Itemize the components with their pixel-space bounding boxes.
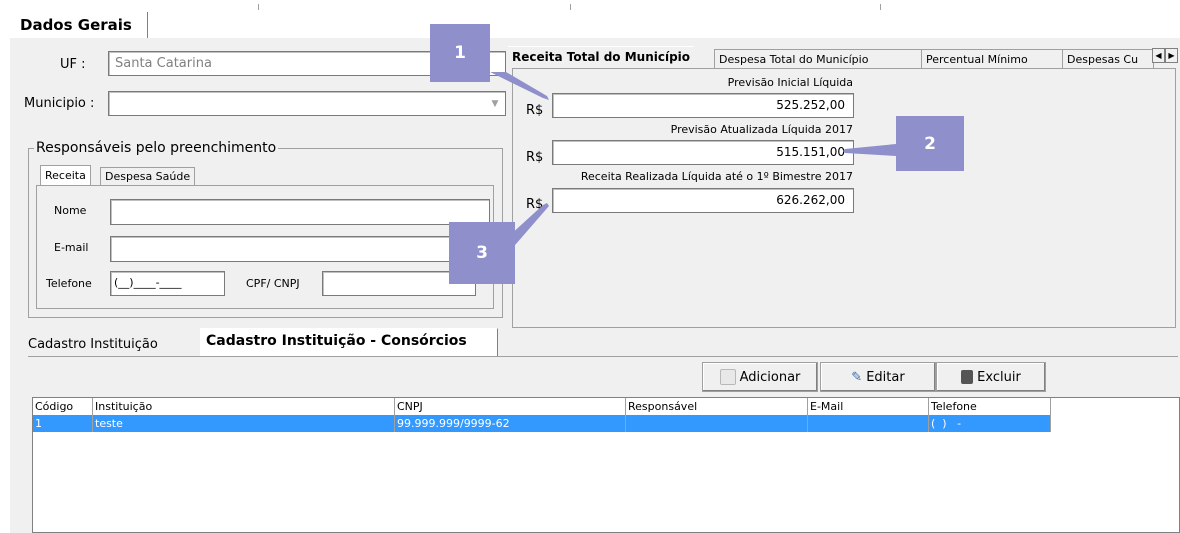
- institution-grid[interactable]: Código Instituição CNPJ Responsável E-Ma…: [32, 397, 1180, 533]
- tab-dados-gerais-label: Dados Gerais: [20, 16, 132, 34]
- table-row[interactable]: 1 teste 99.999.999/9999-62 ( ) -: [33, 415, 1051, 432]
- municipio-select[interactable]: ▼: [108, 91, 506, 116]
- edit-icon: ✎: [851, 369, 863, 385]
- chevron-down-icon: ▼: [491, 98, 499, 109]
- tab-despesa-total[interactable]: Despesa Total do Município: [714, 49, 922, 68]
- currency-label: R$: [526, 197, 544, 212]
- top-separator: [258, 4, 259, 10]
- col-header-codigo[interactable]: Código: [33, 398, 93, 415]
- bottom-tab-line: [28, 356, 1178, 357]
- callout-3: 3: [449, 222, 515, 284]
- tab-cadastro-consorcios-label: Cadastro Instituição - Consórcios: [206, 333, 467, 349]
- email-input[interactable]: [110, 236, 450, 262]
- nome-label: Nome: [54, 204, 87, 217]
- delete-button-label: Excluir: [977, 369, 1021, 385]
- telefone-label: Telefone: [46, 277, 92, 290]
- cell-instituicao: teste: [93, 415, 395, 432]
- receita-realizada-input[interactable]: 626.262,00: [552, 188, 854, 213]
- add-button-label: Adicionar: [739, 369, 801, 385]
- col-header-instituicao[interactable]: Instituição: [93, 398, 395, 415]
- tab-receita-total-label: Receita Total do Município: [512, 50, 691, 64]
- tab-scroll-right[interactable]: ▶: [1165, 48, 1178, 63]
- municipio-label: Municipio :: [24, 96, 95, 111]
- tab-cadastro-instituicao[interactable]: Cadastro Instituição: [28, 334, 158, 356]
- previsao-inicial-input[interactable]: 525.252,00: [552, 93, 854, 118]
- cell-email: [808, 415, 929, 432]
- delete-button[interactable]: Excluir: [936, 362, 1046, 392]
- col-header-telefone[interactable]: Telefone: [929, 398, 1051, 415]
- cpf-label: CPF/ CNPJ: [246, 277, 300, 290]
- top-separator: [880, 4, 881, 10]
- col-header-email[interactable]: E-Mail: [808, 398, 929, 415]
- tab-cadastro-instituicao-label: Cadastro Instituição: [28, 337, 158, 352]
- cell-telefone: ( ) -: [929, 415, 1051, 432]
- currency-label: R$: [526, 150, 544, 165]
- telefone-value: (__)____-____: [114, 276, 182, 289]
- callout-3-label: 3: [476, 243, 488, 263]
- nome-input[interactable]: [110, 199, 490, 225]
- tab-receita-label: Receita: [45, 169, 86, 182]
- trash-icon: [961, 370, 974, 384]
- tab-strip-line: [148, 37, 1180, 38]
- receita-realizada-label: Receita Realizada Líquida até o 1º Bimes…: [580, 170, 853, 183]
- uf-label: UF :: [60, 57, 86, 72]
- tab-percentual-minimo[interactable]: Percentual Mínimo: [921, 49, 1063, 68]
- callout-2-label: 2: [924, 133, 936, 154]
- callout-1-label: 1: [454, 43, 466, 63]
- tab-cadastro-consorcios[interactable]: Cadastro Instituição - Consórcios: [200, 328, 498, 356]
- tab-despesas-cu[interactable]: Despesas Cu: [1062, 49, 1154, 68]
- col-header-responsavel[interactable]: Responsável: [626, 398, 808, 415]
- edit-button[interactable]: ✎ Editar: [820, 362, 936, 392]
- edit-button-label: Editar: [866, 369, 905, 385]
- dropdown-button[interactable]: ▼: [486, 93, 504, 114]
- previsao-atualizada-input[interactable]: 515.151,00: [552, 140, 854, 165]
- tab-dados-gerais[interactable]: Dados Gerais: [14, 12, 148, 38]
- top-separator: [570, 4, 571, 10]
- col-header-cnpj[interactable]: CNPJ: [395, 398, 626, 415]
- previsao-atualizada-value: 515.151,00: [776, 145, 845, 159]
- previsao-inicial-value: 525.252,00: [776, 98, 845, 112]
- add-icon: [719, 369, 736, 385]
- grid-header: Código Instituição CNPJ Responsável E-Ma…: [33, 398, 1179, 415]
- uf-value: Santa Catarina: [115, 56, 212, 71]
- receita-realizada-value: 626.262,00: [776, 193, 845, 207]
- callout-2: 2: [896, 116, 964, 171]
- tab-receita-total[interactable]: Receita Total do Município: [508, 46, 695, 68]
- tab-despesa-saude-label: Despesa Saúde: [105, 170, 191, 183]
- currency-label: R$: [526, 103, 544, 118]
- responsaveis-title: Responsáveis pelo preenchimento: [34, 140, 279, 156]
- cell-cnpj: 99.999.999/9999-62: [395, 415, 626, 432]
- tab-despesas-cu-label: Despesas Cu: [1067, 53, 1139, 66]
- arrow-left-icon: ◀: [1155, 51, 1162, 60]
- tab-percentual-minimo-label: Percentual Mínimo: [926, 53, 1028, 66]
- email-label: E-mail: [54, 241, 89, 254]
- callout-1: 1: [430, 24, 490, 82]
- cell-responsavel: [626, 415, 808, 432]
- tab-despesa-saude[interactable]: Despesa Saúde: [100, 167, 196, 185]
- previsao-inicial-label: Previsão Inicial Líquida: [727, 76, 853, 89]
- arrow-right-icon: ▶: [1168, 51, 1175, 60]
- add-button[interactable]: Adicionar: [702, 362, 818, 392]
- cell-codigo: 1: [33, 415, 93, 432]
- tab-scroll-left[interactable]: ◀: [1152, 48, 1165, 63]
- telefone-input[interactable]: (__)____-____: [110, 271, 225, 296]
- tab-despesa-total-label: Despesa Total do Município: [719, 53, 869, 66]
- tab-receita[interactable]: Receita: [40, 165, 91, 185]
- previsao-atualizada-label: Previsão Atualizada Líquida 2017: [670, 123, 853, 136]
